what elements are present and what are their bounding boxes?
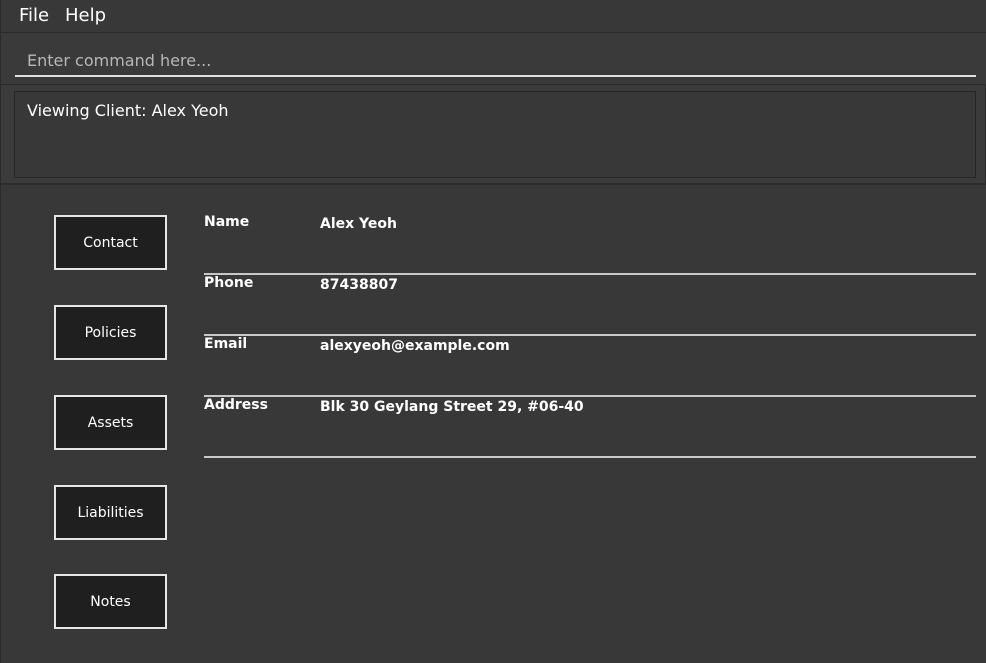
field-label: Phone [204, 275, 254, 291]
field-row-phone: Phone 87438807 [204, 275, 976, 336]
app-window: File Help Viewing Client: Alex Yeoh Cont… [0, 0, 986, 663]
tab-liabilities[interactable]: Liabilities [54, 485, 167, 540]
command-box [1, 33, 986, 85]
menu-bar: File Help [1, 0, 986, 33]
result-text: Viewing Client: Alex Yeoh [27, 101, 229, 120]
field-row-name: Name Alex Yeoh [204, 214, 976, 275]
tab-contact[interactable]: Contact [54, 215, 167, 270]
tab-policies-label: Policies [84, 324, 137, 341]
field-label: Address [204, 397, 268, 413]
field-divider [204, 456, 976, 458]
menu-help[interactable]: Help [65, 5, 106, 26]
tab-liabilities-label: Liabilities [77, 504, 144, 521]
tab-assets[interactable]: Assets [54, 395, 167, 450]
field-label: Name [204, 214, 250, 230]
tab-contact-label: Contact [83, 234, 138, 251]
tab-notes-label: Notes [90, 593, 131, 610]
field-row-address: Address Blk 30 Geylang Street 29, #06-40 [204, 397, 976, 458]
result-display: Viewing Client: Alex Yeoh [14, 91, 976, 178]
tab-policies[interactable]: Policies [54, 305, 167, 360]
field-label: Email [204, 336, 248, 352]
field-value: Blk 30 Geylang Street 29, #06-40 [320, 399, 584, 415]
tab-notes[interactable]: Notes [54, 574, 167, 629]
field-value: 87438807 [320, 277, 398, 293]
tab-assets-label: Assets [87, 414, 134, 431]
field-row-email: Email alexyeoh@example.com [204, 336, 976, 397]
field-value: Alex Yeoh [320, 216, 397, 232]
command-input[interactable] [15, 45, 976, 77]
client-detail-panel: Contact Policies Assets Liabilities Note… [1, 185, 986, 663]
menu-file[interactable]: File [19, 5, 49, 26]
field-value: alexyeoh@example.com [320, 338, 510, 354]
